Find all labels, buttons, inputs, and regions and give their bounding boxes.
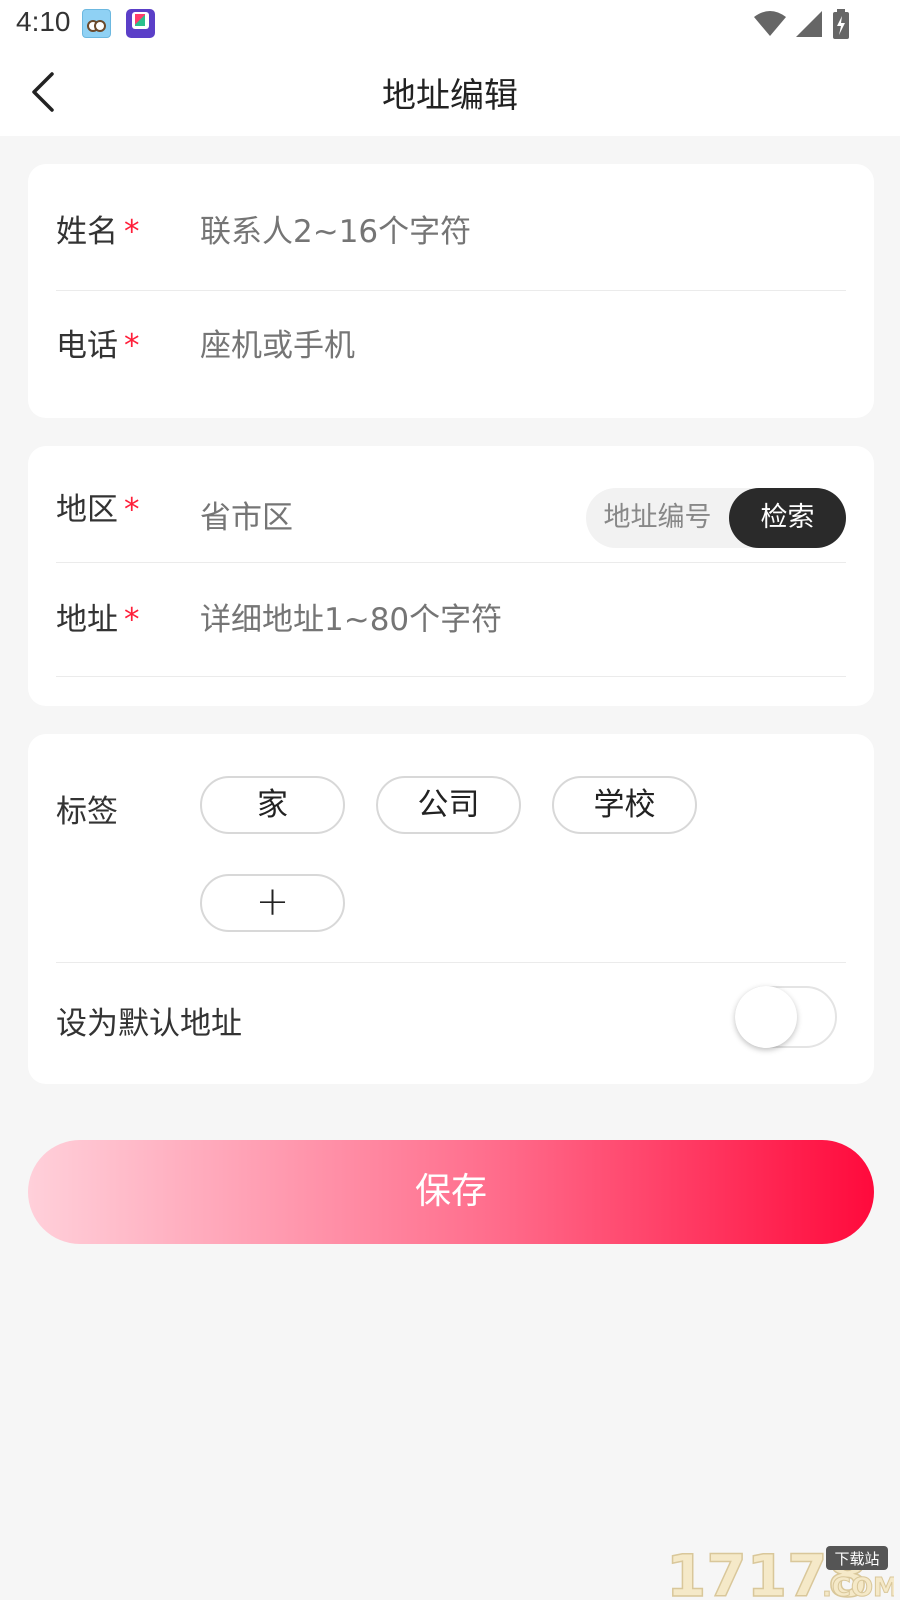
status-indicators bbox=[754, 8, 850, 40]
name-label: 姓名 * bbox=[56, 214, 140, 250]
divider bbox=[56, 562, 846, 563]
required-asterisk: * bbox=[124, 492, 140, 528]
default-address-switch[interactable] bbox=[735, 986, 837, 1048]
search-option[interactable]: 检索 bbox=[729, 488, 846, 548]
wifi-icon bbox=[754, 11, 786, 36]
required-asterisk: * bbox=[124, 328, 140, 364]
region-label: 地区 * bbox=[56, 492, 140, 528]
address-code-option[interactable]: 地址编号 bbox=[586, 488, 729, 548]
phone-input[interactable] bbox=[200, 322, 840, 370]
required-asterisk: * bbox=[124, 214, 140, 250]
divider bbox=[56, 290, 846, 291]
navigation-bar: 地址编辑 bbox=[0, 48, 900, 136]
status-bar: 4:10 bbox=[0, 0, 900, 48]
tags-label: 标签 bbox=[56, 794, 118, 830]
add-tag-button[interactable]: + bbox=[200, 874, 345, 932]
signal-icon bbox=[796, 11, 822, 37]
default-address-label: 设为默认地址 bbox=[56, 1006, 242, 1042]
cartoon-face-icon bbox=[82, 9, 111, 38]
lookup-mode-toggle: 地址编号 检索 bbox=[586, 488, 846, 548]
status-time: 4:10 bbox=[16, 6, 71, 37]
tag-company[interactable]: 公司 bbox=[376, 776, 521, 834]
save-button[interactable]: 保存 bbox=[28, 1140, 874, 1244]
required-asterisk: * bbox=[124, 602, 140, 638]
k-app-icon bbox=[126, 9, 155, 38]
address-card: 地区* 地址编号 检索 地址* bbox=[28, 446, 874, 706]
watermark-logo: 17178 下载站 .COM bbox=[666, 1541, 894, 1600]
address-input[interactable] bbox=[200, 596, 840, 644]
address-label: 地址 * bbox=[56, 602, 140, 638]
page-title: 地址编辑 bbox=[382, 76, 518, 116]
name-input[interactable] bbox=[200, 208, 840, 256]
tag-card: 标签 家 公司 学校 + 设为默认地址 bbox=[28, 734, 874, 1084]
tag-home[interactable]: 家 bbox=[200, 776, 345, 834]
tag-school[interactable]: 学校 bbox=[552, 776, 697, 834]
divider bbox=[56, 676, 846, 677]
switch-knob bbox=[735, 986, 797, 1048]
region-input[interactable] bbox=[200, 494, 560, 542]
svg-text:下载站: 下载站 bbox=[834, 1550, 879, 1568]
svg-text:17178: 17178 bbox=[666, 1542, 868, 1600]
phone-label: 电话 * bbox=[56, 328, 140, 364]
contact-card: 姓名* 电话* bbox=[28, 164, 874, 418]
battery-charging-icon bbox=[833, 9, 849, 39]
svg-text:.COM: .COM bbox=[822, 1573, 894, 1600]
divider bbox=[56, 962, 846, 963]
